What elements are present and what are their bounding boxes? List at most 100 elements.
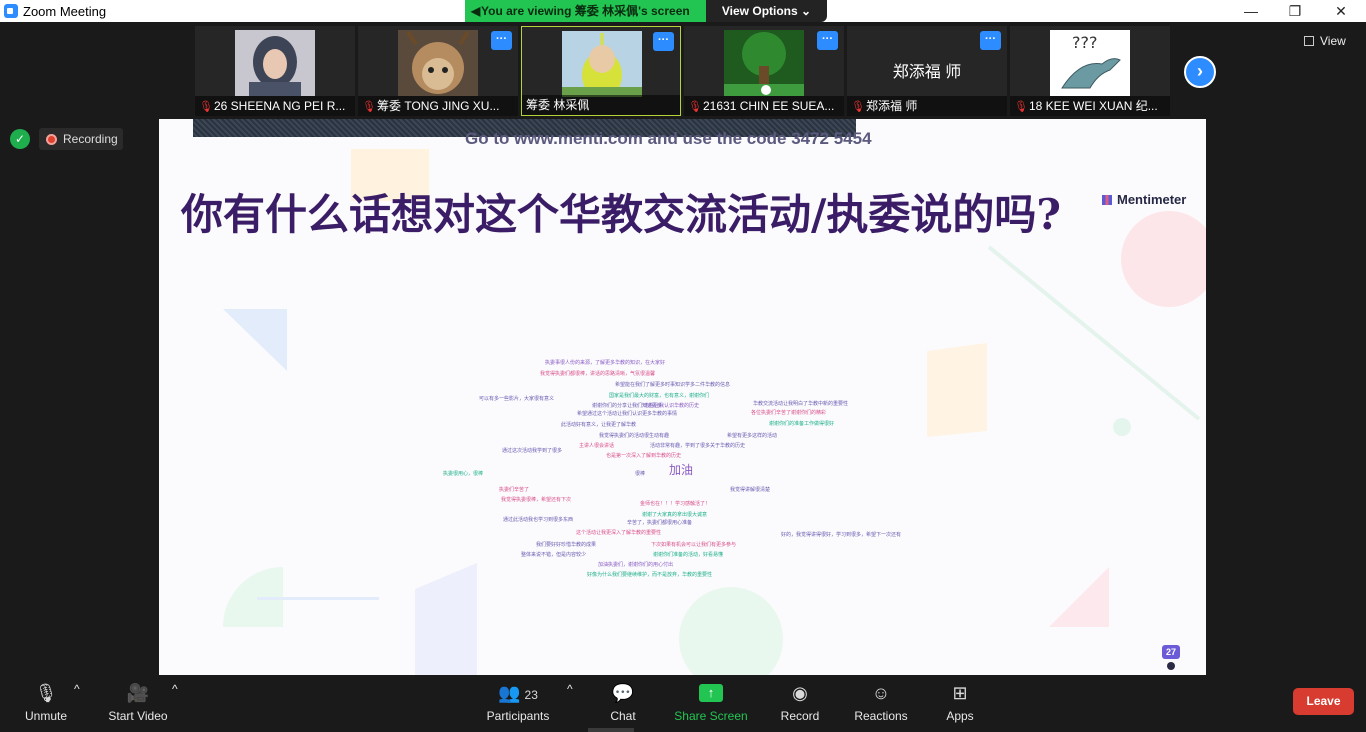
word-cloud-entry: 很棒 — [635, 471, 646, 477]
participant-video-thumbnail — [235, 30, 315, 96]
participant-name: 🎙郑添福 师 — [847, 96, 1007, 116]
recording-label: Recording — [63, 132, 118, 146]
reactions-label: Reactions — [854, 709, 908, 723]
unmute-button[interactable]: 🎙 Unmute — [20, 682, 72, 723]
word-cloud-entry: 这个活动让我更深入了解华教的重要性 — [576, 530, 662, 536]
word-cloud-entry: 执委事很人份的来源，了解更多华教的知识，在大家好 — [545, 360, 666, 366]
share-screen-label: Share Screen — [674, 709, 748, 723]
word-cloud-entry: 谢谢你们的分享让我们知道更多 — [592, 403, 663, 409]
close-button[interactable]: ✕ — [1318, 0, 1364, 22]
word-cloud-entry: 我觉得讲解很清楚 — [730, 487, 771, 493]
participant-tile[interactable]: ??? 🎙18 KEE WEI XUAN 纪... — [1010, 26, 1170, 116]
word-cloud-entry: 辛苦了，执委们都很用心准备 — [627, 520, 693, 526]
mentimeter-mark-icon — [1102, 195, 1112, 205]
view-options-label: View Options — [721, 4, 798, 18]
word-cloud-entry: 我们要好好珍惜华教的成果 — [536, 542, 597, 548]
chat-button[interactable]: 💬 Chat — [603, 682, 643, 723]
word-cloud-entry: 通过这次活动我学到了很多 — [502, 448, 563, 454]
word-cloud-entry: 也是第一次深入了解到华教的历史 — [606, 453, 682, 459]
muted-mic-icon: 🎙 — [362, 101, 376, 113]
start-video-button[interactable]: 🎥 Start Video — [106, 682, 170, 723]
menti-instruction: Go to www.menti.com and use the code 347… — [465, 129, 872, 148]
share-screen-button[interactable]: ↑ Share Screen — [674, 682, 748, 723]
word-cloud-entry: 加油 — [669, 463, 694, 477]
participant-tile[interactable]: 郑添福 师 ··· 🎙郑添福 师 — [847, 26, 1007, 116]
participant-tile[interactable]: ··· 🎙筹委 TONG JING XU... — [358, 26, 518, 116]
participant-name: 🎙筹委 TONG JING XU... — [358, 96, 518, 116]
muted-mic-icon: 🎙 — [1014, 101, 1028, 113]
mentimeter-brand: Mentimeter — [1117, 192, 1187, 207]
more-options-icon[interactable]: ··· — [980, 31, 1001, 50]
leave-button[interactable]: Leave — [1293, 688, 1354, 715]
participants-count: 23 — [524, 688, 538, 702]
recording-dot-icon — [46, 134, 57, 145]
maximize-button[interactable]: ❐ — [1272, 0, 1318, 22]
word-cloud-entry: 整体来说不错，但是内容较少 — [521, 552, 587, 558]
muted-mic-icon: 🎙 — [34, 683, 58, 703]
security-shield-icon[interactable]: ✓ — [10, 129, 30, 149]
more-options-icon[interactable]: ··· — [817, 31, 838, 50]
more-options-icon[interactable]: ··· — [653, 32, 674, 51]
participant-name-text: 筹委 林采佩 — [526, 98, 590, 112]
more-options-icon[interactable]: ··· — [491, 31, 512, 50]
recording-indicator[interactable]: Recording — [39, 128, 123, 150]
muted-mic-icon: 🎙 — [851, 101, 865, 113]
word-cloud-entry: 国家是我们最大的财富，也有意义，谢谢你们 — [609, 393, 710, 399]
word-cloud-entry: 各位执委们辛苦了谢谢你们的精彩 — [751, 410, 827, 416]
participant-tile[interactable]: 🎙26 SHEENA NG PEI R... — [195, 26, 355, 116]
word-cloud-entry: 执委很用心，很棒 — [443, 471, 484, 477]
participant-video-thumbnail — [724, 30, 804, 96]
participant-tile-active-speaker[interactable]: ··· 筹委 林采佩 — [521, 26, 681, 116]
muted-mic-icon: 🎙 — [688, 101, 702, 113]
word-cloud-entry: 谢谢了大家真的拿出很大诚意 — [642, 512, 708, 518]
reactions-icon: ☺ — [871, 683, 891, 703]
participant-name: 🎙26 SHEENA NG PEI R... — [195, 96, 355, 116]
slide-question: 你有什么话想对这个华教交流活动/执委说的吗? — [181, 190, 1061, 239]
viewing-banner-text: You are viewing 筹委 林采佩's screen — [481, 4, 690, 18]
word-cloud-entry: 我觉得执委们都很棒，讲话的思路清晰，气氛很温馨 — [540, 371, 656, 377]
response-count-badge: 27 — [1162, 645, 1180, 659]
participant-name-text: 郑添福 师 — [866, 99, 918, 113]
participant-name-text: 26 SHEENA NG PEI R... — [214, 99, 346, 113]
video-off-icon: 🎥 — [126, 683, 150, 703]
record-icon: ◉ — [792, 683, 808, 703]
next-page-arrow-icon[interactable]: › — [1184, 56, 1216, 88]
strip-view-button[interactable]: View — [1304, 34, 1346, 48]
word-cloud-entry: 下次如果有机会可以让我们有更多参与 — [651, 542, 737, 548]
speaker-icon: ◀ — [471, 4, 481, 18]
word-cloud-entry: 主讲人很会讲话 — [579, 443, 615, 449]
unmute-label: Unmute — [24, 709, 68, 723]
participants-button[interactable]: 👥 23 Participants — [484, 682, 552, 723]
strip-view-label: View — [1320, 34, 1346, 48]
person-icon — [1167, 662, 1175, 670]
chat-icon: 💬 — [611, 683, 635, 703]
word-cloud-entry: 希望有更多这样的活动 — [727, 433, 778, 439]
participant-namecard: 郑添福 师 — [892, 64, 962, 81]
viewing-banner: ◀You are viewing 筹委 林采佩's screen — [465, 0, 706, 22]
shared-screen: Go to www.menti.com and use the code 347… — [159, 119, 1206, 675]
word-cloud-entry: 希望通过这个活动让我们认识更多华教的事情 — [577, 411, 678, 417]
participant-name: 🎙21631 CHIN EE SUEA... — [684, 96, 844, 116]
video-options-caret-icon[interactable]: ^ — [172, 682, 178, 696]
participant-strip: 🎙26 SHEENA NG PEI R... ··· 🎙筹委 TONG JING… — [0, 22, 1366, 119]
apps-icon: ⊞ — [952, 683, 968, 703]
view-options-button[interactable]: View Options ⌄ — [706, 0, 827, 22]
participants-caret-icon[interactable]: ^ — [567, 682, 573, 696]
word-cloud-entry: 我觉得执委们的活动很生动有趣 — [599, 433, 670, 439]
meeting-toolbar: 🎙 Unmute ^ 🎥 Start Video ^ 👥 23 Participa… — [0, 675, 1366, 732]
participant-video-thumbnail — [398, 30, 478, 96]
word-cloud-entry: 谢谢你们准备的活动，好看易懂 — [653, 552, 724, 558]
audio-options-caret-icon[interactable]: ^ — [74, 682, 80, 696]
chat-label: Chat — [610, 709, 636, 723]
participant-tile[interactable]: ··· 🎙21631 CHIN EE SUEA... — [684, 26, 844, 116]
word-cloud-entry: 华教交流活动让我明白了华教中新的重要性 — [753, 401, 849, 407]
word-cloud-entry: 好像为什么我们要继续维护，而不是放弃，华教的重要性 — [587, 572, 713, 578]
reactions-button[interactable]: ☺ Reactions — [852, 682, 910, 723]
participant-name: 筹委 林采佩 — [522, 95, 680, 115]
apps-button[interactable]: ⊞ Apps — [944, 682, 976, 723]
start-video-label: Start Video — [108, 709, 168, 723]
minimize-button[interactable]: — — [1228, 0, 1274, 22]
share-screen-icon: ↑ — [699, 684, 723, 702]
record-button[interactable]: ◉ Record — [778, 682, 822, 723]
mentimeter-logo: Mentimeter — [1102, 192, 1186, 207]
